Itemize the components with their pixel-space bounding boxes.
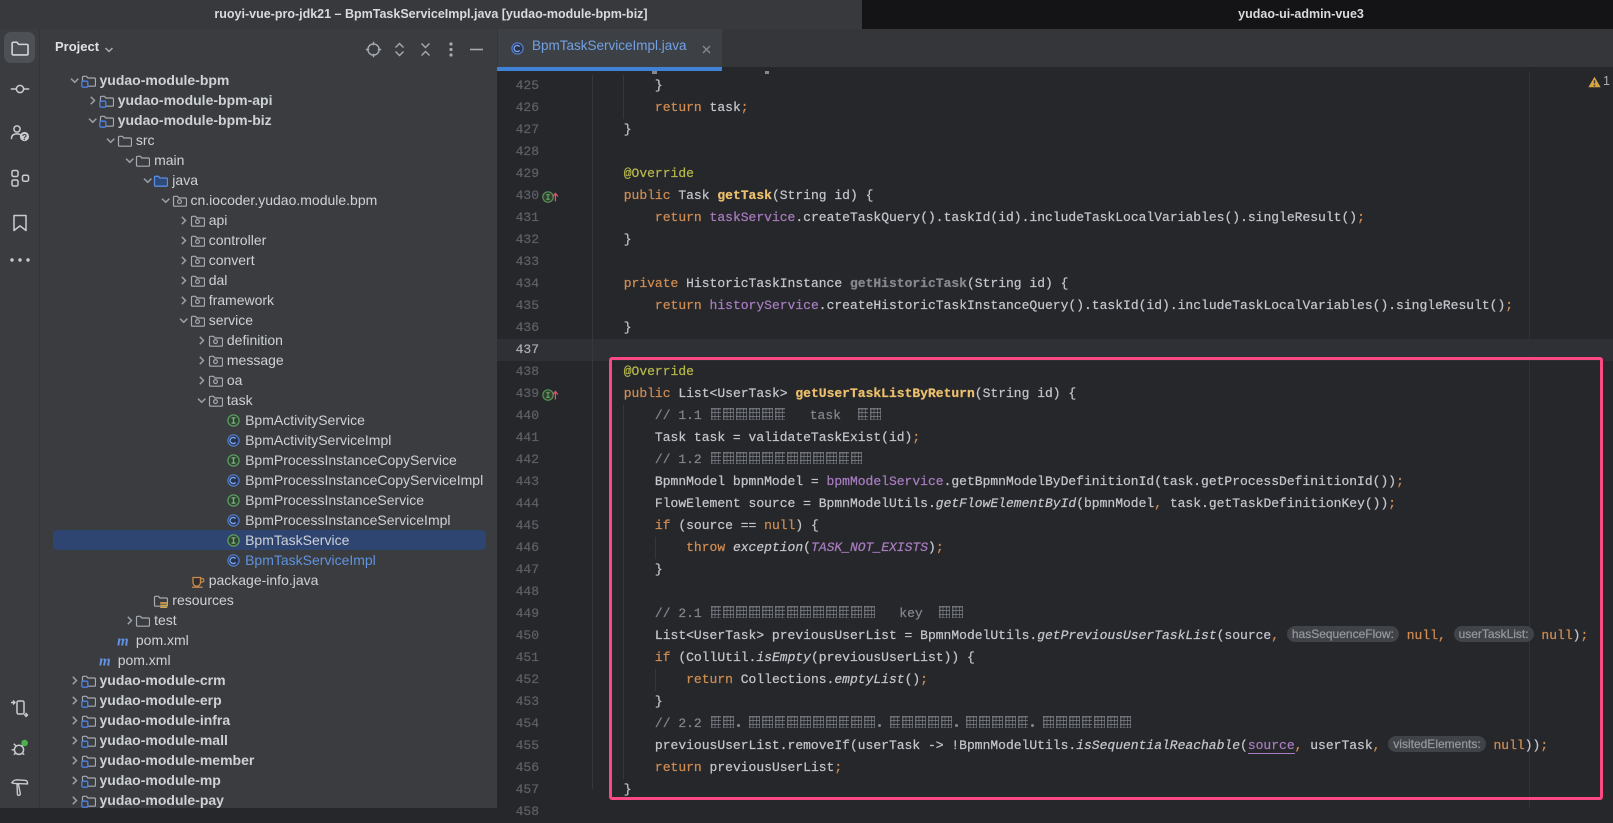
svg-text:m: m — [117, 633, 129, 648]
svg-text:m: m — [99, 653, 111, 668]
